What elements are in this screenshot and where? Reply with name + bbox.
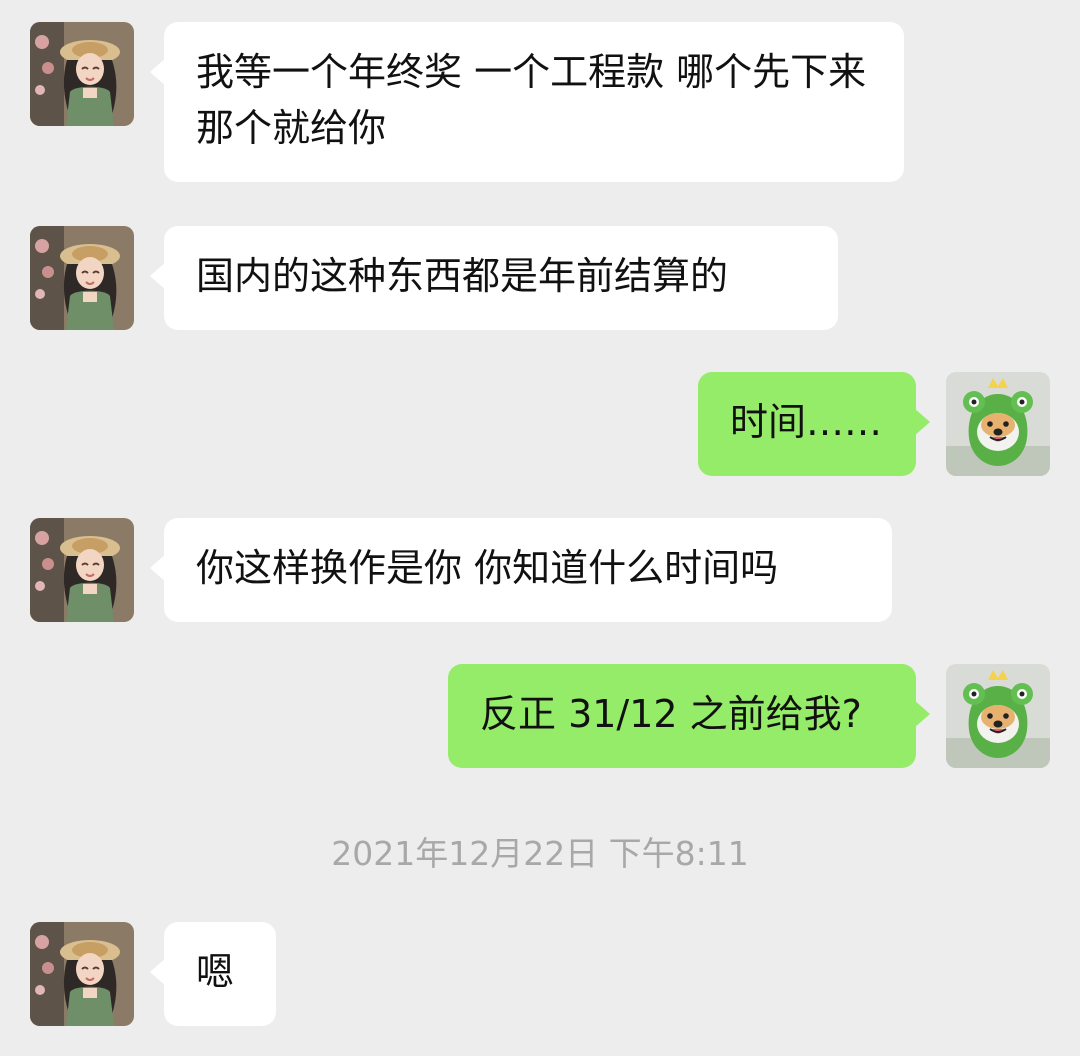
girl-avatar-icon[interactable] [30, 226, 134, 330]
dog-avatar-image [946, 372, 1050, 476]
girl-avatar-icon[interactable] [30, 22, 134, 126]
girl-avatar-image [30, 226, 134, 330]
outgoing-message-bubble[interactable]: 时间…… [698, 372, 930, 476]
girl-avatar-icon[interactable] [30, 518, 134, 622]
incoming-message-bubble[interactable]: 我等一个年终奖 一个工程款 哪个先下来 那个就给你 [150, 22, 904, 182]
girl-avatar-image [30, 22, 134, 126]
dog-avatar-icon[interactable] [946, 664, 1050, 768]
outgoing-message-bubble[interactable]: 反正 31/12 之前给我? [448, 664, 930, 768]
dog-avatar-icon[interactable] [946, 372, 1050, 476]
dog-avatar-image [946, 664, 1050, 768]
incoming-message-bubble[interactable]: 嗯 [150, 922, 276, 1026]
message-timestamp: 2021年12月22日 下午8:11 [331, 834, 749, 873]
incoming-message-bubble[interactable]: 国内的这种东西都是年前结算的 [150, 226, 838, 330]
incoming-message-bubble[interactable]: 你这样换作是你 你知道什么时间吗 [150, 518, 892, 622]
girl-avatar-image [30, 518, 134, 622]
girl-avatar-icon[interactable] [30, 922, 134, 1026]
girl-avatar-image [30, 922, 134, 1026]
